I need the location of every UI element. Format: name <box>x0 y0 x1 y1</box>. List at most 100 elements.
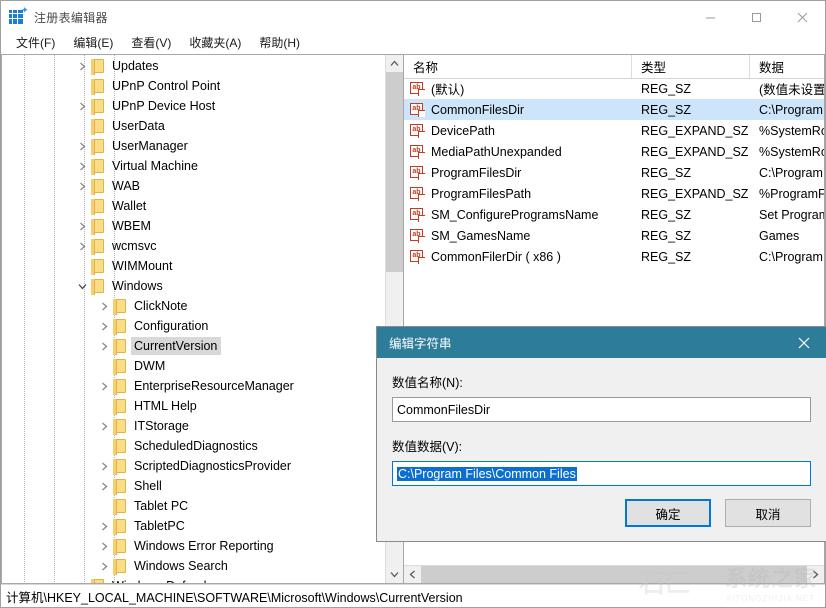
tree-item[interactable]: wcmsvc <box>2 236 385 256</box>
value-data-cell: Games <box>750 229 824 243</box>
chevron-right-icon[interactable] <box>96 378 112 394</box>
tree-item[interactable]: UPnP Device Host <box>2 96 385 116</box>
tree-item[interactable]: UserManager <box>2 136 385 156</box>
chevron-right-icon[interactable] <box>96 298 112 314</box>
chevron-right-icon[interactable] <box>96 478 112 494</box>
tree-item-label: Windows Search <box>131 557 232 575</box>
chevron-right-icon[interactable] <box>74 158 90 174</box>
value-type-cell: REG_SZ <box>632 103 750 117</box>
table-row[interactable]: abSM_ConfigureProgramsNameREG_SZSet Prog… <box>404 204 824 225</box>
hscroll-track[interactable] <box>421 566 807 583</box>
column-header-data[interactable]: 数据 <box>750 55 824 78</box>
chevron-right-icon[interactable] <box>74 578 90 583</box>
cancel-button[interactable]: 取消 <box>725 499 811 527</box>
menu-help[interactable]: 帮助(H) <box>250 34 309 52</box>
folder-icon <box>112 379 128 393</box>
close-button[interactable] <box>779 1 825 33</box>
folder-icon <box>90 119 106 133</box>
column-header-type[interactable]: 类型 <box>632 55 750 78</box>
scroll-up-button[interactable] <box>386 55 403 72</box>
table-row[interactable]: abProgramFilesDirREG_SZC:\Program <box>404 162 824 183</box>
chevron-right-icon[interactable] <box>96 558 112 574</box>
tree-item[interactable]: Windows Defender <box>2 576 385 583</box>
hscroll-thumb[interactable] <box>421 566 807 583</box>
tree-item[interactable]: Virtual Machine <box>2 156 385 176</box>
ok-button[interactable]: 确定 <box>625 499 711 527</box>
tree-item[interactable]: Configuration <box>2 316 385 336</box>
tree-item-label: UserData <box>109 117 169 135</box>
tree-indent <box>2 336 96 356</box>
tree-item[interactable]: Windows <box>2 276 385 296</box>
minimize-button[interactable] <box>687 1 733 33</box>
table-row[interactable]: ab(默认)REG_SZ(数值未设置) <box>404 78 824 99</box>
value-name-cell: abCommonFilerDir ( x86 ) <box>404 249 632 264</box>
maximize-button[interactable] <box>733 1 779 33</box>
table-row[interactable]: abCommonFilerDir ( x86 )REG_SZC:\Program <box>404 246 824 267</box>
value-name-cell: abSM_GamesName <box>404 228 632 243</box>
scroll-down-button[interactable] <box>386 566 403 583</box>
tree-item[interactable]: ScriptedDiagnosticsProvider <box>2 456 385 476</box>
scroll-left-button[interactable] <box>404 566 421 583</box>
tree-indent <box>2 276 74 296</box>
dialog-body: 数值名称(N): CommonFilesDir 数值数据(V): C:\Prog… <box>377 358 826 486</box>
tree-item[interactable]: ITStorage <box>2 416 385 436</box>
tree-item[interactable]: DWM <box>2 356 385 376</box>
folder-icon <box>112 439 128 453</box>
table-row[interactable]: abCommonFilesDirREG_SZC:\Program <box>404 99 824 120</box>
string-value-icon: ab <box>410 144 425 159</box>
table-row[interactable]: abSM_GamesNameREG_SZGames <box>404 225 824 246</box>
values-horizontal-scrollbar[interactable] <box>404 565 824 583</box>
chevron-right-icon[interactable] <box>74 238 90 254</box>
chevron-right-icon[interactable] <box>96 318 112 334</box>
table-row[interactable]: abMediaPathUnexpandedREG_EXPAND_SZ%Syste… <box>404 141 824 162</box>
tree-item[interactable]: TabletPC <box>2 516 385 536</box>
tree-item[interactable]: WIMMount <box>2 256 385 276</box>
dialog-close-button[interactable] <box>782 327 826 358</box>
value-type-cell: REG_EXPAND_SZ <box>632 145 750 159</box>
value-name-input[interactable]: CommonFilesDir <box>392 397 811 422</box>
tree-item[interactable]: WAB <box>2 176 385 196</box>
tree-item[interactable]: WBEM <box>2 216 385 236</box>
menu-favorites[interactable]: 收藏夹(A) <box>180 34 250 52</box>
scroll-right-button[interactable] <box>807 566 824 583</box>
chevron-right-icon[interactable] <box>74 58 90 74</box>
tree-item[interactable]: UPnP Control Point <box>2 76 385 96</box>
menu-file[interactable]: 文件(F) <box>7 34 64 52</box>
chevron-right-icon[interactable] <box>96 338 112 354</box>
chevron-right-icon[interactable] <box>74 138 90 154</box>
folder-icon <box>90 139 106 153</box>
tree-indent <box>2 516 96 536</box>
table-row[interactable]: abDevicePathREG_EXPAND_SZ%SystemRo <box>404 120 824 141</box>
tree-item[interactable]: HTML Help <box>2 396 385 416</box>
table-row[interactable]: abProgramFilesPathREG_EXPAND_SZ%ProgramF <box>404 183 824 204</box>
tree-item[interactable]: Windows Error Reporting <box>2 536 385 556</box>
chevron-down-icon[interactable] <box>74 278 90 294</box>
tree-item[interactable]: EnterpriseResourceManager <box>2 376 385 396</box>
chevron-right-icon[interactable] <box>96 458 112 474</box>
tree-item[interactable]: Tablet PC <box>2 496 385 516</box>
tree-indent <box>2 256 74 276</box>
tree-item-label: ITStorage <box>131 417 193 435</box>
tree-item[interactable]: Wallet <box>2 196 385 216</box>
tree-item[interactable]: ClickNote <box>2 296 385 316</box>
chevron-right-icon[interactable] <box>96 418 112 434</box>
tree-item[interactable]: ScheduledDiagnostics <box>2 436 385 456</box>
chevron-right-icon[interactable] <box>74 98 90 114</box>
menu-edit[interactable]: 编辑(E) <box>64 34 122 52</box>
tree-item[interactable]: UserData <box>2 116 385 136</box>
value-data-input[interactable]: C:\Program Files\Common Files <box>392 461 811 486</box>
chevron-right-icon[interactable] <box>96 518 112 534</box>
tree-item[interactable]: Updates <box>2 56 385 76</box>
menu-view[interactable]: 查看(V) <box>122 34 180 52</box>
chevron-right-icon[interactable] <box>96 538 112 554</box>
tree-item[interactable]: Shell <box>2 476 385 496</box>
tree-scroll-thumb[interactable] <box>386 72 403 272</box>
tree-item[interactable]: Windows Search <box>2 556 385 576</box>
tree-item[interactable]: CurrentVersion <box>2 336 385 356</box>
column-header-name[interactable]: 名称 <box>404 55 632 78</box>
chevron-right-icon[interactable] <box>74 178 90 194</box>
folder-icon <box>90 219 106 233</box>
chevron-right-icon[interactable] <box>74 218 90 234</box>
folder-icon <box>90 99 106 113</box>
value-type-cell: REG_SZ <box>632 250 750 264</box>
